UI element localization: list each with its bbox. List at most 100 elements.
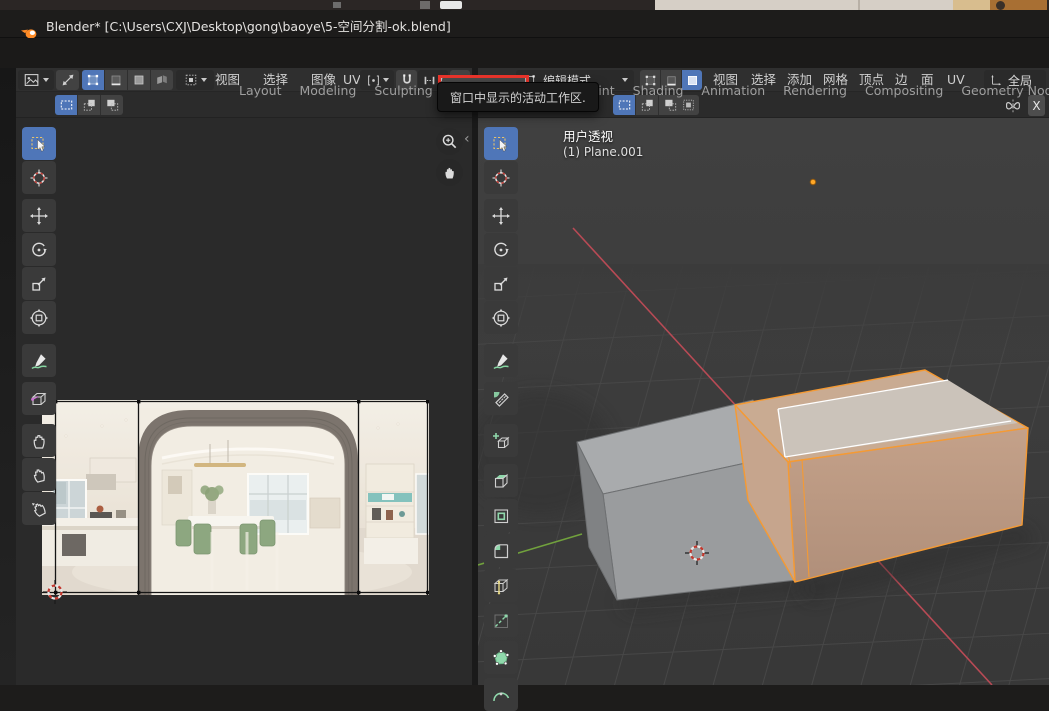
viewport-3d[interactable] [478, 118, 1049, 685]
chevron-down-icon [43, 78, 49, 82]
blender-window: { "window_title": "Blender* [C:\\Users\\… [0, 0, 1049, 685]
vp-tool-poly-build[interactable] [484, 641, 518, 674]
tab-compositing[interactable]: Compositing [856, 76, 952, 106]
mirror-x-control: X [1001, 95, 1045, 116]
uv-tool-scale[interactable] [22, 267, 56, 300]
uv-tool-move[interactable] [22, 199, 56, 232]
scale-tool-icon [29, 274, 49, 294]
vp-tool-loop-cut[interactable] [484, 569, 518, 602]
tab-layout[interactable]: Layout [230, 76, 291, 106]
uv-editor-type-dropdown[interactable] [18, 70, 54, 90]
extrude-tool-icon [491, 471, 511, 491]
rotate-tool-icon [29, 240, 49, 260]
tweak-tool-icon [491, 134, 511, 154]
object-origin-dot [810, 179, 816, 185]
uv-tool-rotate[interactable] [22, 233, 56, 266]
tweak-tool-icon [29, 134, 49, 154]
mirror-butterfly-icon[interactable] [1001, 96, 1025, 116]
workspace-tooltip: 窗口中显示的活动工作区. [437, 82, 599, 112]
vp-tool-tweak[interactable] [484, 127, 518, 160]
uv-tool-transform[interactable] [22, 301, 56, 334]
select-subtract-button[interactable] [101, 95, 123, 115]
poly-build-tool-icon [491, 648, 511, 668]
tooltip-text: 窗口中显示的活动工作区. [450, 89, 586, 106]
cursor-tool-icon [491, 168, 511, 188]
view-perspective-label: 用户透视 [563, 126, 613, 145]
tab-shading[interactable]: Shading [624, 76, 693, 106]
tab-animation[interactable]: Animation [692, 76, 774, 106]
image-editor-icon [23, 71, 41, 89]
uv-select-face-button[interactable] [128, 70, 150, 90]
zoom-icon [440, 132, 459, 151]
panorama-image [42, 400, 429, 595]
window-title: Blender* [C:\Users\CXJ\Desktop\gong\baoy… [46, 16, 451, 35]
vp-tool-cursor[interactable] [484, 161, 518, 194]
uv-tool-tweak[interactable] [22, 127, 56, 160]
sliver-seam [858, 0, 860, 10]
chevron-down-icon [201, 78, 207, 82]
uv-tool-pinch[interactable] [22, 492, 56, 525]
move-tool-icon [29, 206, 49, 226]
uv-select-island-button[interactable] [151, 70, 173, 90]
uv-sync-icon [59, 71, 77, 89]
vp-tool-measure[interactable] [484, 382, 518, 415]
sliver-glyph [440, 1, 462, 9]
loop-cut-tool-icon [491, 576, 511, 596]
uv-select-vertex-button[interactable] [82, 70, 104, 90]
title-bar: Blender* [C:\Users\CXJ\Desktop\gong\baoy… [0, 10, 1049, 38]
vp-tool-add-cube[interactable] [484, 424, 518, 457]
uv-image[interactable] [42, 400, 429, 595]
uv-selection-mode-group [82, 70, 173, 90]
mirror-x-label: X [1032, 99, 1040, 113]
select-new-button[interactable] [55, 95, 77, 115]
rotate-tool-icon [491, 240, 511, 260]
annotate-tool-icon [491, 351, 511, 371]
uv-zoom-gizmo[interactable] [436, 128, 463, 155]
window-left-edge [0, 68, 16, 685]
vp-tool-spin[interactable] [484, 678, 518, 711]
vp-tool-bevel[interactable] [484, 534, 518, 567]
rip-region-tool-icon [29, 389, 49, 409]
uv-tool-annotate[interactable] [22, 344, 56, 377]
vp-tool-move[interactable] [484, 199, 518, 232]
tab-sculpting[interactable]: Sculpting [365, 76, 441, 106]
sliver-knob [996, 1, 1005, 10]
vp-tool-inset[interactable] [484, 499, 518, 532]
uv-sticky-select-dropdown[interactable] [176, 70, 214, 90]
workspace-tabs: Layout Modeling Sculpting UV Editing Tex… [230, 76, 1049, 106]
uv-tool-grab[interactable] [22, 424, 56, 457]
uv-sidebar-toggle[interactable]: ‹ [464, 131, 470, 147]
vp-tool-knife[interactable] [484, 604, 518, 637]
uv-sync-toggle[interactable] [56, 70, 79, 90]
vp-tool-transform[interactable] [484, 301, 518, 334]
uv-tool-rip-region[interactable] [22, 382, 56, 415]
uv-tool-cursor[interactable] [22, 161, 56, 194]
uv-2d-cursor [43, 580, 67, 604]
scale-tool-icon [491, 274, 511, 294]
relax-hand-icon [29, 465, 49, 485]
tab-modeling[interactable]: Modeling [291, 76, 366, 106]
uv-select-edge-button[interactable] [105, 70, 127, 90]
add-cube-tool-icon [491, 431, 511, 451]
vp-tool-rotate[interactable] [484, 233, 518, 266]
knife-tool-icon [491, 611, 511, 631]
vp-tool-scale[interactable] [484, 267, 518, 300]
measure-tool-icon [491, 389, 511, 409]
select-extend-button[interactable] [78, 95, 100, 115]
pan-hand-icon [441, 164, 458, 181]
uv-select-op-group [55, 95, 123, 115]
move-tool-icon [491, 206, 511, 226]
tab-rendering[interactable]: Rendering [774, 76, 856, 106]
vp-tool-extrude[interactable] [484, 464, 518, 497]
topbar: 文件 编辑 渲染 窗口 帮助 Layout Modeling Sculpting… [0, 38, 1049, 68]
uv-pan-gizmo[interactable] [436, 159, 463, 186]
mirror-x-button[interactable]: X [1028, 95, 1045, 116]
bevel-tool-icon [491, 541, 511, 561]
face-select-icon [131, 72, 147, 88]
vp-tool-annotate[interactable] [484, 344, 518, 377]
select-extend-icon [81, 97, 98, 113]
viewport-scene [478, 118, 1049, 685]
edge-select-icon [108, 72, 124, 88]
spin-tool-icon [491, 685, 511, 705]
uv-tool-relax[interactable] [22, 458, 56, 491]
